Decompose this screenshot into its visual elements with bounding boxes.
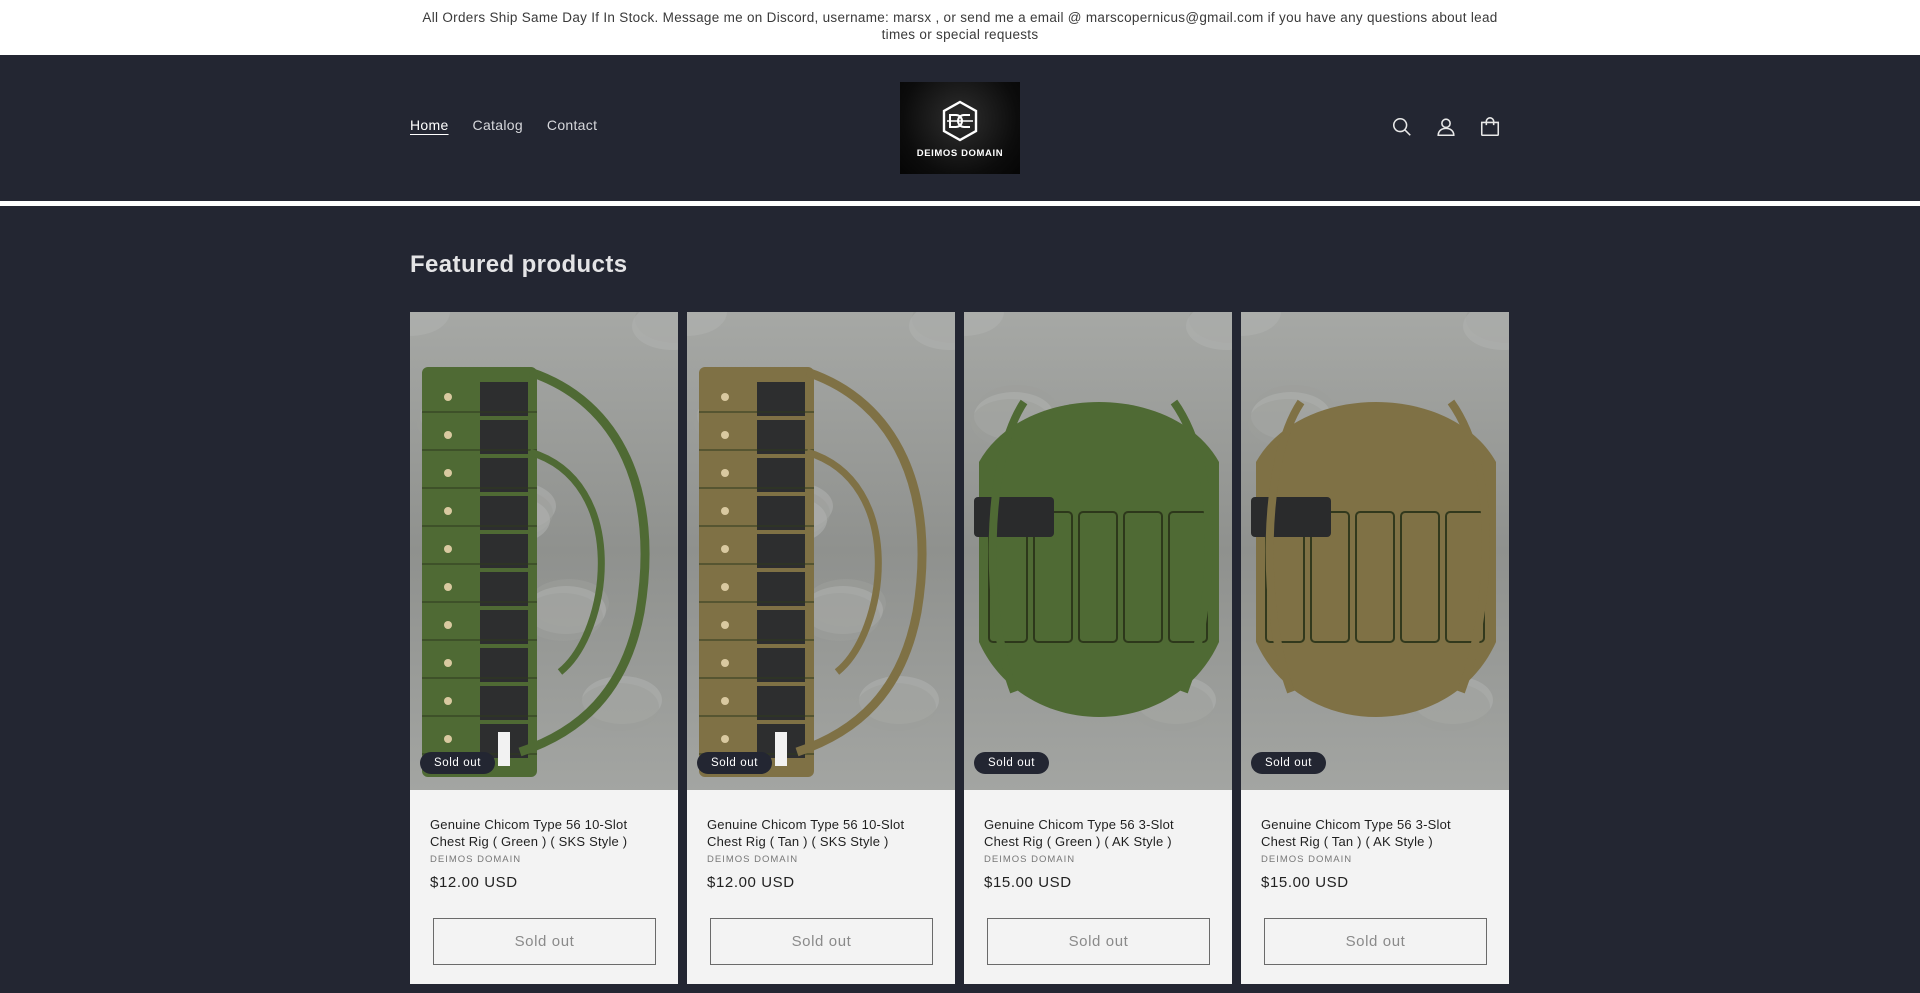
nav-contact[interactable]: Contact bbox=[547, 117, 597, 133]
product-card[interactable]: Sold out Genuine Chicom Type 56 3-Slot C… bbox=[1241, 312, 1509, 984]
product-title[interactable]: Genuine Chicom Type 56 3-Slot Chest Rig … bbox=[984, 816, 1212, 850]
product-price: $15.00 USD bbox=[984, 874, 1072, 891]
rig-photo-illustration bbox=[1241, 312, 1509, 731]
product-vendor: DEIMOS DOMAIN bbox=[1261, 854, 1353, 865]
announcement-bar: All Orders Ship Same Day If In Stock. Me… bbox=[0, 0, 1920, 55]
product-vendor: DEIMOS DOMAIN bbox=[984, 854, 1076, 865]
account-icon[interactable] bbox=[1434, 115, 1458, 139]
sold-out-button[interactable]: Sold out bbox=[987, 918, 1210, 965]
main-nav: Home Catalog Contact bbox=[410, 117, 597, 133]
cart-icon[interactable] bbox=[1478, 115, 1502, 139]
product-card[interactable]: Sold out Genuine Chicom Type 56 10-Slot … bbox=[410, 312, 678, 984]
product-image[interactable] bbox=[964, 312, 1232, 790]
sold-out-badge: Sold out bbox=[697, 752, 772, 774]
product-vendor: DEIMOS DOMAIN bbox=[707, 854, 799, 865]
product-card[interactable]: Sold out Genuine Chicom Type 56 10-Slot … bbox=[687, 312, 955, 984]
sold-out-badge: Sold out bbox=[420, 752, 495, 774]
sold-out-badge: Sold out bbox=[1251, 752, 1326, 774]
product-image[interactable] bbox=[1241, 312, 1509, 790]
product-title[interactable]: Genuine Chicom Type 56 3-Slot Chest Rig … bbox=[1261, 816, 1489, 850]
product-price: $12.00 USD bbox=[430, 874, 518, 891]
announcement-text: All Orders Ship Same Day If In Stock. Me… bbox=[422, 10, 1498, 42]
logo-text: DEIMOS DOMAIN bbox=[916, 147, 1004, 159]
nav-home[interactable]: Home bbox=[410, 117, 449, 133]
sold-out-button[interactable]: Sold out bbox=[433, 918, 656, 965]
product-price: $15.00 USD bbox=[1261, 874, 1349, 891]
product-image[interactable] bbox=[687, 312, 955, 790]
product-vendor: DEIMOS DOMAIN bbox=[430, 854, 522, 865]
logo-hexagon-icon bbox=[942, 100, 978, 141]
rig-photo-illustration bbox=[964, 312, 1232, 731]
rig-photo-illustration bbox=[687, 312, 955, 777]
product-title[interactable]: Genuine Chicom Type 56 10-Slot Chest Rig… bbox=[430, 816, 658, 850]
product-title[interactable]: Genuine Chicom Type 56 10-Slot Chest Rig… bbox=[707, 816, 935, 850]
search-icon[interactable] bbox=[1390, 115, 1414, 139]
product-grid: Sold out Genuine Chicom Type 56 10-Slot … bbox=[410, 312, 1509, 984]
product-card[interactable]: Sold out Genuine Chicom Type 56 3-Slot C… bbox=[964, 312, 1232, 984]
header-actions bbox=[1390, 115, 1502, 139]
sold-out-badge: Sold out bbox=[974, 752, 1049, 774]
featured-products-heading: Featured products bbox=[410, 251, 628, 278]
store-logo[interactable]: DEIMOS DOMAIN bbox=[900, 82, 1020, 174]
nav-catalog[interactable]: Catalog bbox=[473, 117, 523, 133]
product-image[interactable] bbox=[410, 312, 678, 790]
header-divider bbox=[0, 201, 1920, 206]
sold-out-button[interactable]: Sold out bbox=[710, 918, 933, 965]
product-price: $12.00 USD bbox=[707, 874, 795, 891]
sold-out-button[interactable]: Sold out bbox=[1264, 918, 1487, 965]
rig-photo-illustration bbox=[410, 312, 678, 777]
